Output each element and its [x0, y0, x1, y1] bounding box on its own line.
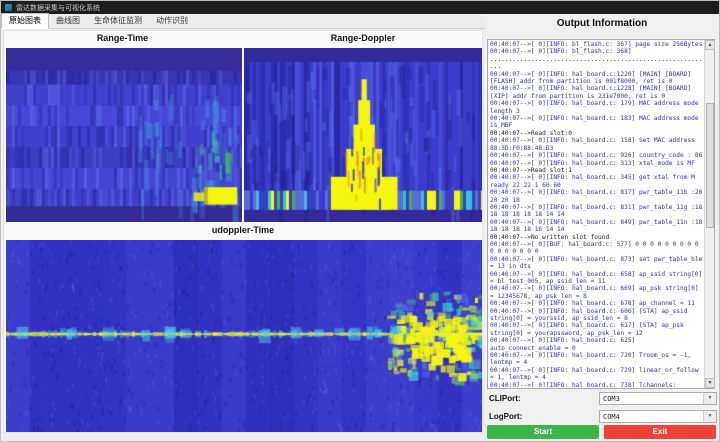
log-line: 00:40:07-->[ 0][INFO: hal_board.c: 179] … — [490, 100, 704, 115]
log-line: 00:40:07-->[ 0][INFO: hal_board.c: 678] … — [490, 300, 704, 307]
scroll-down-icon[interactable]: ▼ — [705, 378, 715, 388]
app-window: 雷达数据采集与可视化系统 原始图表曲线图生命体征监测动作识别 Range-Tim… — [0, 0, 720, 442]
cli-port-row: CLIPort: COM3 ▼ — [487, 392, 717, 405]
log-line: 00:40:07-->[ 0][INFO: hal_board.c: 849] … — [490, 219, 704, 234]
log-line: 00:40:07-->[ 0][INFO: hal_board.c: 831] … — [490, 204, 704, 219]
output-header: Output Information — [485, 18, 719, 29]
log-line: 00:40:07-->[ 0][INFO: hal_board.c:1220] … — [490, 71, 704, 86]
log-line: 00:40:07-->No written slot found — [490, 234, 704, 241]
tab-action-recognition[interactable]: 动作识别 — [149, 14, 195, 28]
window-title: 雷达数据采集与可视化系统 — [16, 3, 100, 13]
log-scrollbar[interactable]: ▲ ▼ — [704, 40, 714, 388]
log-line: 00:40:07-->[ 0][BUF: hal_board.c: 577] 0… — [490, 241, 704, 256]
log-line: 00:40:07-->[ 0][INFO: hal_board.c: 669] … — [490, 285, 704, 300]
range-doppler-title: Range-Doppler — [243, 33, 483, 43]
cli-port-value: COM3 — [603, 395, 620, 403]
range-time-heatmap — [6, 48, 242, 222]
log-box: 00:40:07-->[ 0][INFO: bl_flash.c: 367] p… — [487, 39, 715, 389]
log-line: 00:40:07-->Read slot:0 — [490, 130, 704, 137]
output-panel: Output Information 00:40:07-->[ 0][INFO:… — [485, 15, 719, 441]
dropdown-arrow-icon[interactable]: ▼ — [703, 411, 716, 422]
log-port-combobox[interactable]: COM4 ▼ — [599, 410, 717, 423]
log-line: 00:40:07-->[ 0][INFO: hal_board.c:1228] … — [490, 85, 704, 100]
log-line: 00:40:07-->[ 0][INFO: hal_board.c: 658] … — [490, 271, 704, 286]
log-line: 00:40:07-->[ 0][INFO: hal_board.c: 926] … — [490, 152, 704, 159]
log-line: 00:40:07-->[ 0][INFO: hal_board.c: 720] … — [490, 352, 704, 367]
log-line: 00:40:07-->[ 0][INFO: hal_board.c: 158] … — [490, 137, 704, 152]
log-line: 00:40:07-->[ 0][INFO: bl_flash.c: 368] — [490, 48, 704, 55]
range-doppler-heatmap — [244, 48, 482, 222]
log-line: 00:40:07-->[ 0][INFO: hal_board.c: 625] … — [490, 337, 704, 352]
title-bar: 雷达数据采集与可视化系统 — [1, 1, 720, 14]
log-line: 00:40:07-->[ 0][INFO: hal_board.c: 873] … — [490, 256, 704, 271]
log-line: 00:40:07-->[ 0][INFO: hal_board.c: 345] … — [490, 174, 704, 189]
log-line: 00:40:07-->[ 0][INFO: hal_board.c: 738] … — [490, 382, 704, 387]
log-line: 00:40:07-->[ 0][INFO: hal_board.c: 617] … — [490, 322, 704, 337]
cli-port-combobox[interactable]: COM3 ▼ — [599, 392, 717, 405]
charts-panel: Range-Time Range-Doppler udoppler-Time — [3, 30, 483, 433]
log-line: 00:40:07-->[ 0][INFO: bl_flash.c: 367] p… — [490, 41, 704, 48]
cli-port-label: CLIPort: — [489, 394, 521, 403]
udoppler-time-heatmap — [6, 240, 482, 432]
tab-curve-chart[interactable]: 曲线图 — [49, 14, 87, 28]
tab-raw-charts[interactable]: 原始图表 — [1, 13, 49, 29]
scroll-thumb[interactable] — [706, 103, 714, 228]
log-port-label: LogPort: — [489, 412, 522, 421]
log-line: ........................................… — [490, 56, 704, 71]
log-output[interactable]: 00:40:07-->[ 0][INFO: bl_flash.c: 367] p… — [490, 41, 704, 387]
exit-button[interactable]: Exit — [604, 425, 716, 439]
log-line: 00:40:07-->[ 0][INFO: hal_board.c: 817] … — [490, 189, 704, 204]
log-line: 00:40:07-->[ 0][INFO: hal_board.c: 183] … — [490, 115, 704, 130]
start-button[interactable]: Start — [487, 425, 599, 439]
udoppler-time-title: udoppler-Time — [4, 225, 482, 235]
log-line: 00:40:07-->[ 0][INFO: hal_board.c: 606] … — [490, 308, 704, 323]
log-line: 00:40:07-->Read slot:1 — [490, 167, 704, 174]
app-icon — [5, 4, 12, 11]
log-port-row: LogPort: COM4 ▼ — [487, 410, 717, 423]
tab-vital-signs[interactable]: 生命体征监测 — [87, 14, 149, 28]
scroll-up-icon[interactable]: ▲ — [705, 40, 715, 50]
range-time-title: Range-Time — [4, 33, 241, 43]
log-line: 00:40:07-->[ 0][INFO: hal_board.c: 313] … — [490, 160, 704, 167]
dropdown-arrow-icon[interactable]: ▼ — [703, 393, 716, 404]
log-line: 00:40:07-->[ 0][INFO: hal_board.c: 729] … — [490, 367, 704, 382]
log-port-value: COM4 — [603, 413, 620, 421]
